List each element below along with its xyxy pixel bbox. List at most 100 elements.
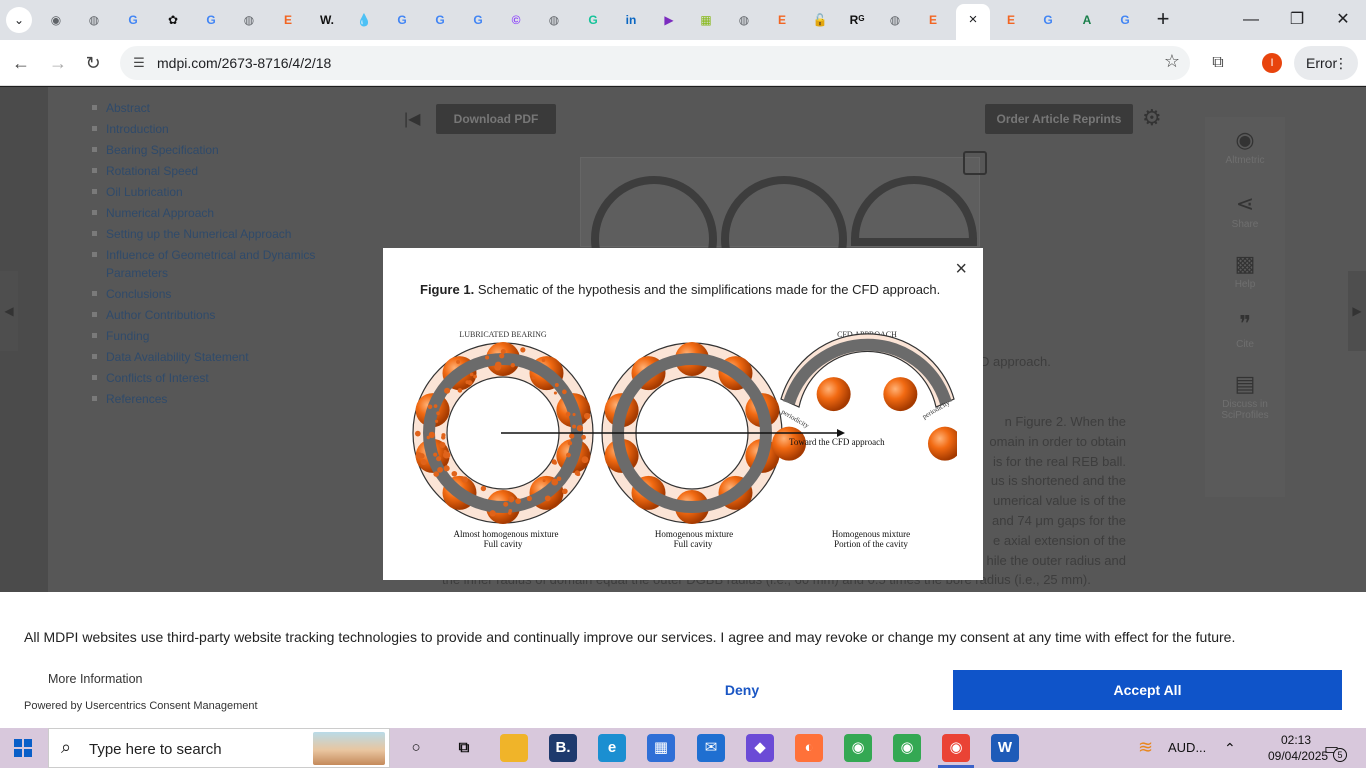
chrome-active-icon[interactable]: ◉ (942, 734, 970, 762)
deny-button[interactable]: Deny (682, 671, 802, 709)
oil-droplet (542, 479, 546, 483)
discuss-item[interactable]: ▤ Discuss in SciProfiles (1205, 371, 1285, 421)
toc-link[interactable]: Setting up the Numerical Approach (92, 225, 332, 243)
task-view-icon[interactable]: ⧉ (450, 734, 478, 762)
order-reprints-button[interactable]: Order Article Reprints (985, 104, 1133, 134)
close-modal-icon[interactable]: × (955, 259, 967, 279)
e-icon[interactable]: E (771, 9, 793, 31)
globe-icon[interactable]: ◍ (238, 9, 260, 31)
toc-link[interactable]: Funding (92, 327, 332, 345)
oil-droplet (485, 355, 490, 360)
cite-item[interactable]: ❞ Cite (1205, 311, 1285, 350)
chrome-profile-icon[interactable]: ◉ (893, 734, 921, 762)
taskbar-search-box[interactable]: ⌕ Type here to search (48, 728, 390, 768)
cortana-icon[interactable]: ○ (402, 734, 430, 762)
toc-link[interactable]: Data Availability Statement (92, 348, 332, 366)
toc-link[interactable]: Abstract (92, 99, 332, 117)
more-information-link[interactable]: More Information (48, 672, 142, 686)
chrome-icon[interactable]: ◉ (844, 734, 872, 762)
help-item[interactable]: ▩ Help (1205, 251, 1285, 290)
linkedin-icon[interactable]: in (620, 9, 642, 31)
minimize-button[interactable]: — (1228, 0, 1274, 40)
globe-icon[interactable]: ◍ (543, 9, 565, 31)
expand-figure-icon[interactable] (963, 151, 987, 175)
accept-all-button[interactable]: Accept All (953, 670, 1342, 710)
researchgate-icon[interactable]: Rᴳ (846, 9, 868, 31)
e-icon[interactable]: E (1000, 9, 1022, 31)
edge-icon[interactable]: e (598, 734, 626, 762)
label-lubricated-bearing: LUBRICATED BEARING (459, 330, 547, 339)
toc-link[interactable]: Influence of Geometrical and Dynamics Pa… (92, 246, 332, 282)
share-item[interactable]: ⋖ Share (1205, 191, 1285, 230)
firefox-icon[interactable]: ◐ (795, 734, 823, 762)
toc-link[interactable]: Conflicts of Interest (92, 369, 332, 387)
google-icon[interactable]: G (122, 9, 144, 31)
url-text[interactable]: mdpi.com/2673-8716/4/2/18 (157, 55, 331, 71)
google-icon[interactable]: G (429, 9, 451, 31)
caption-mid-line2: Full cavity (674, 539, 713, 549)
document-icon[interactable]: ▦ (695, 9, 717, 31)
toc-link[interactable]: Introduction (92, 120, 332, 138)
google-icon[interactable]: G (391, 9, 413, 31)
google-icon[interactable]: G (200, 9, 222, 31)
audio-label[interactable]: AUD... (1168, 740, 1206, 755)
prev-arrow-icon[interactable]: ◀ (0, 271, 18, 351)
file-explorer-icon[interactable]: ▬ (500, 734, 528, 762)
close-tab-icon[interactable]: × (956, 4, 990, 36)
active-tab[interactable]: × (956, 4, 990, 40)
globe-icon[interactable]: ◍ (733, 9, 755, 31)
a-icon[interactable]: A (1076, 9, 1098, 31)
reload-button[interactable]: ↻ (80, 50, 106, 76)
site-info-icon[interactable]: ☰ (128, 52, 150, 74)
word-icon[interactable]: W (991, 734, 1019, 762)
close-window-button[interactable]: ✕ (1320, 0, 1366, 40)
e-icon[interactable]: E (922, 9, 944, 31)
globe-icon[interactable]: ◍ (83, 9, 105, 31)
wikipedia-icon[interactable]: W. (316, 9, 338, 31)
error-menu-button[interactable]: Error ⋮ (1294, 46, 1358, 80)
gear-icon[interactable]: ⚙ (1142, 105, 1162, 131)
toc-link[interactable]: Numerical Approach (92, 204, 332, 222)
globe-icon[interactable]: ◍ (884, 9, 906, 31)
address-bar[interactable]: ☰ mdpi.com/2673-8716/4/2/18 ☆ (120, 46, 1190, 80)
collapse-sidebar-icon[interactable]: |◀ (404, 109, 420, 129)
toc-link[interactable]: Author Contributions (92, 306, 332, 324)
store-icon[interactable]: ▦ (647, 734, 675, 762)
oil-droplet (556, 476, 562, 482)
copilot-icon[interactable]: © (505, 9, 527, 31)
new-tab-button[interactable]: + (1150, 6, 1176, 32)
toc-link[interactable]: Conclusions (92, 285, 332, 303)
e-icon[interactable]: E (277, 9, 299, 31)
mail-icon[interactable]: ✉ (697, 734, 725, 762)
profile-avatar[interactable]: I (1262, 53, 1282, 73)
b-app-icon[interactable]: B. (549, 734, 577, 762)
chrome-icon[interactable]: ◉ (45, 9, 67, 31)
download-pdf-button[interactable]: Download PDF (436, 104, 556, 134)
altmetric-item[interactable]: ◉ Altmetric (1205, 127, 1285, 166)
restore-button[interactable]: ❐ (1274, 0, 1320, 40)
tray-expand-icon[interactable]: ⌃ (1224, 740, 1236, 757)
drop-icon[interactable]: 💧 (353, 9, 375, 31)
m365-icon[interactable]: ◆ (746, 734, 774, 762)
toc-link[interactable]: Rotational Speed (92, 162, 332, 180)
windows-start-icon[interactable] (14, 739, 32, 757)
play-icon[interactable]: ▶ (658, 9, 680, 31)
openai-icon[interactable]: ✿ (162, 9, 184, 31)
google-icon[interactable]: G (1114, 9, 1136, 31)
grammarly-icon[interactable]: G (582, 9, 604, 31)
figure-thumbnail[interactable] (580, 157, 980, 302)
toc-link[interactable]: Oil Lubrication (92, 183, 332, 201)
back-button[interactable]: ← (8, 50, 34, 76)
google-icon[interactable]: G (467, 9, 489, 31)
next-arrow-icon[interactable]: ▶ (1348, 271, 1366, 351)
toc-link[interactable]: References (92, 390, 332, 408)
system-clock[interactable]: 02:13 09/04/2025 (1268, 732, 1328, 764)
tab-search-chevron-icon[interactable]: ⌄ (6, 7, 32, 33)
extensions-icon[interactable]: ⧉ (1206, 51, 1230, 75)
volume-app-icon[interactable]: ≋ (1138, 737, 1153, 758)
bookmark-star-icon[interactable]: ☆ (1164, 51, 1180, 72)
google-icon[interactable]: G (1037, 9, 1059, 31)
forward-button[interactable]: → (45, 50, 71, 76)
lock-icon[interactable]: 🔓 (809, 9, 831, 31)
toc-link[interactable]: Bearing Specification (92, 141, 332, 159)
